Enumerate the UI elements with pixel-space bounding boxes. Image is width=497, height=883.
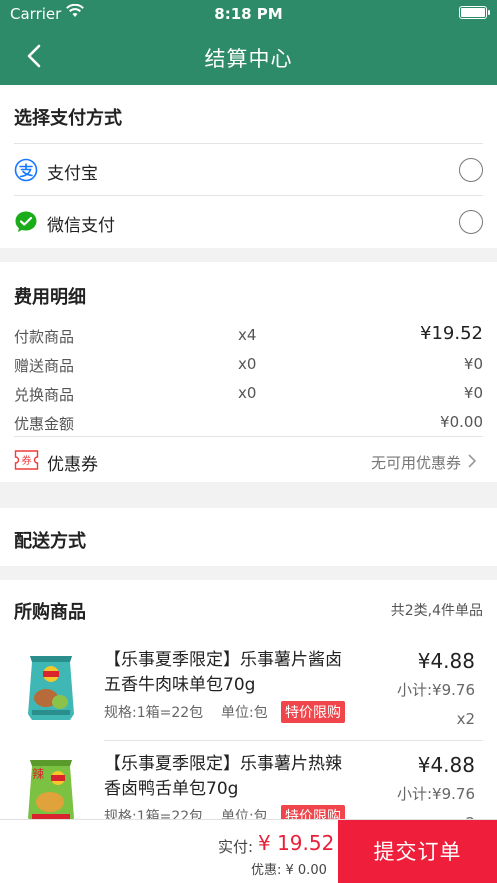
fee-qty: x0 [238, 384, 257, 402]
payment-section-title: 选择支付方式 [14, 108, 122, 129]
product-name: 【乐事夏季限定】乐事薯片酱卤五香牛肉味单包70g [104, 650, 342, 695]
package-glyph: 辣 [32, 767, 44, 781]
delivery-section-title: 配送方式 [14, 531, 86, 552]
product-unit: 单位:包 [221, 809, 268, 820]
product-price: ¥4.88 [417, 649, 475, 673]
discount-amount: 优惠: ¥ 0.00 [251, 863, 327, 878]
fee-label: 优惠金额 [14, 415, 75, 433]
product-unit: 单位:包 [221, 705, 268, 721]
coupon-label: 优惠券 [47, 455, 98, 475]
fee-label: 付款商品 [14, 328, 75, 346]
payment-section: 选择支付方式 支付宝 微信支付 [0, 85, 497, 248]
page-title: 结算中心 [204, 47, 293, 71]
fee-row-exchange-goods: 兑换商品 x0 ¥0 [14, 381, 483, 407]
product-spec: 规格:1箱=22包 [104, 809, 204, 820]
clock: 8:18 PM [214, 5, 283, 23]
divider [104, 740, 483, 741]
fee-row-gift-goods: 赠送商品 x0 ¥0 [14, 352, 483, 378]
product-subtotal: 小计:¥9.76 [397, 681, 475, 699]
fee-value: ¥0.00 [440, 413, 483, 431]
coupon-icon: 券 [14, 450, 39, 470]
alipay-icon [14, 158, 38, 182]
payment-option-alipay[interactable]: 支付宝 [14, 144, 483, 196]
fee-row-discount: 优惠金额 ¥0.00 [14, 410, 483, 436]
payment-option-wechat[interactable]: 微信支付 [14, 196, 483, 248]
paid-label: 实付: [218, 838, 254, 856]
product-image [28, 656, 74, 720]
payment-radio[interactable] [459, 158, 483, 182]
promo-tag: 特价限购 [281, 805, 345, 820]
coupon-icon-text: 券 [22, 454, 32, 467]
fee-label: 兑换商品 [14, 386, 75, 404]
list-item[interactable]: 【乐事夏季限定】乐事薯片酱卤五香牛肉味单包70g 规格:1箱=22包 单位:包 … [0, 640, 497, 740]
nav-bar: 结算中心 [0, 28, 497, 85]
status-bar: Carrier 8:18 PM [0, 0, 497, 28]
product-image: 辣 [28, 760, 74, 820]
list-item[interactable]: 辣 【乐事夏季限定】乐事薯片热辣香卤鸭舌单包70g 规格:1箱=22包 单位:包… [0, 744, 497, 820]
fee-qty: x4 [238, 326, 257, 344]
payment-option-label: 支付宝 [47, 164, 98, 184]
wechat-pay-icon [15, 211, 37, 232]
goods-section: 所购商品 共2类,4件单品 【乐事夏季限定】乐事薯片酱卤五香牛肉味单包70g 规… [0, 580, 497, 820]
fee-qty: x0 [238, 355, 257, 373]
paid-amount: ¥ 19.52 [258, 831, 335, 855]
goods-section-title: 所购商品 [14, 602, 86, 623]
fee-value: ¥19.52 [420, 323, 483, 344]
delivery-section[interactable]: 配送方式 [0, 508, 497, 566]
product-spec: 规格:1箱=22包 [104, 705, 204, 721]
product-name: 【乐事夏季限定】乐事薯片热辣香卤鸭舌单包70g [104, 754, 342, 799]
divider [14, 436, 483, 437]
fee-details-section: 费用明细 付款商品 x4 ¥19.52 赠送商品 x0 ¥0 兑换商品 x0 ¥… [0, 262, 497, 482]
fee-value: ¥0 [463, 384, 483, 402]
product-subtotal: 小计:¥9.76 [397, 785, 475, 803]
battery-icon [459, 6, 490, 19]
payment-radio[interactable] [459, 210, 483, 234]
fee-label: 赠送商品 [14, 357, 75, 375]
fee-row-paid-goods: 付款商品 x4 ¥19.52 [14, 323, 483, 349]
coupon-value: 无可用优惠券 [370, 454, 461, 472]
fee-value: ¥0 [463, 355, 483, 373]
submit-order-button[interactable]: 提交订单 [338, 820, 497, 883]
product-quantity: x2 [456, 710, 475, 728]
fee-section-title: 费用明细 [14, 287, 86, 308]
promo-tag: 特价限购 [281, 701, 345, 723]
payment-option-label: 微信支付 [47, 216, 115, 236]
chevron-right-icon [468, 454, 477, 468]
product-price: ¥4.88 [417, 753, 475, 777]
goods-count: 共2类,4件单品 [390, 603, 483, 619]
checkout-bar: 实付: ¥ 19.52 优惠: ¥ 0.00 提交订单 [0, 819, 497, 883]
coupon-row[interactable]: 券 优惠券 无可用优惠券 [14, 438, 483, 482]
